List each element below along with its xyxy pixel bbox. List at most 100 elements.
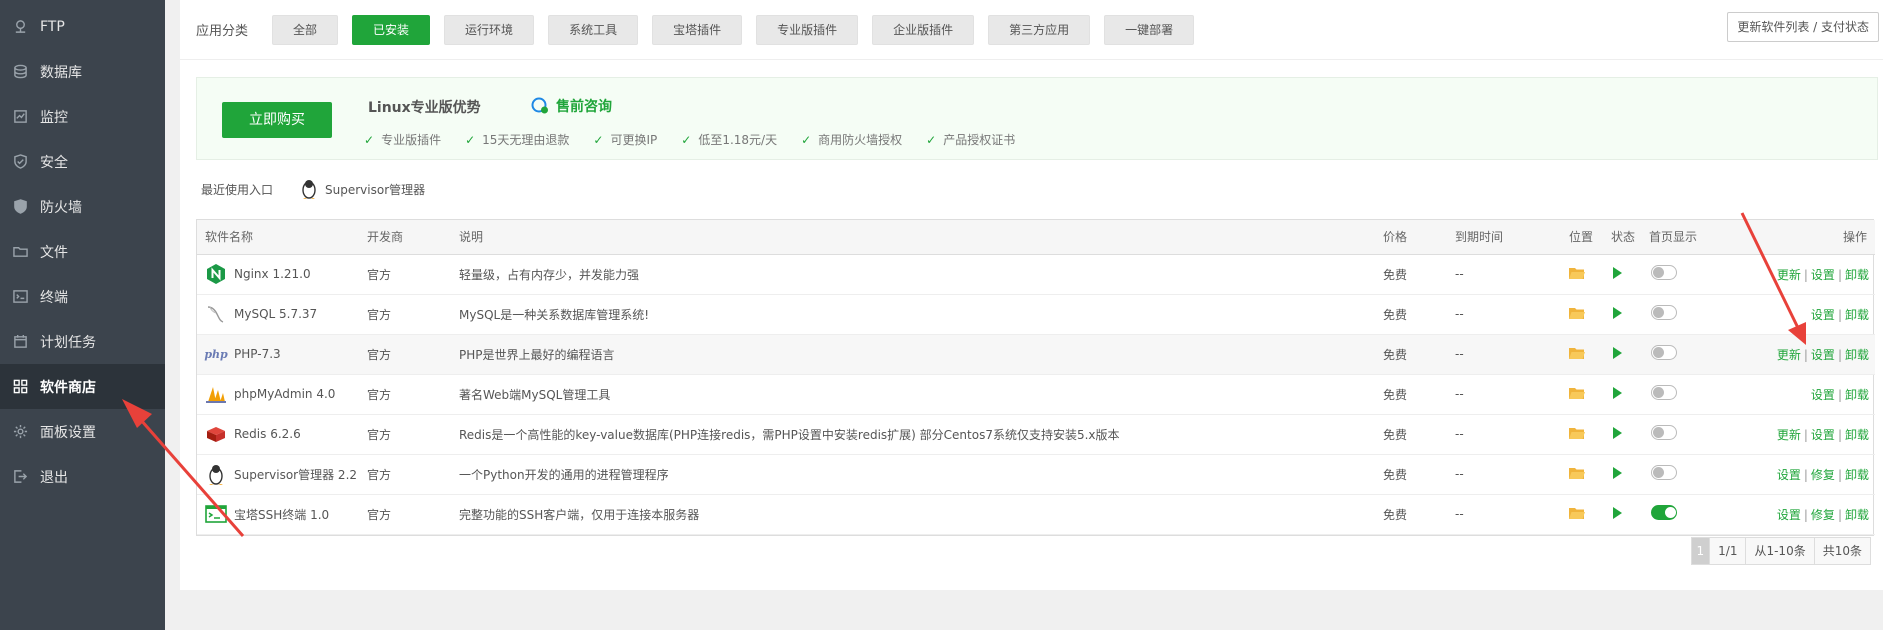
feature-item: ✓ 低至1.18元/天 <box>681 131 777 148</box>
running-status-icon[interactable] <box>1613 266 1622 279</box>
buy-now-button[interactable]: 立即购买 <box>222 102 332 138</box>
sidebar-item-ftp[interactable]: FTP <box>0 4 165 49</box>
feature-list: ✓ 专业版插件 ✓ 15天无理由退款 ✓ 可更换IP ✓ 低至1.18元/天 ✓ 商用防火… <box>364 131 1039 148</box>
sidebar-item-label: 计划任务 <box>40 334 96 351</box>
ssh-terminal-icon <box>205 505 227 523</box>
home-display-toggle[interactable] <box>1651 305 1677 320</box>
uninstall-link[interactable]: 卸载 <box>1845 508 1869 522</box>
settings-link[interactable]: 设置 <box>1777 508 1801 522</box>
col-header-desc: 说明 <box>451 220 1375 255</box>
tab-one-click-deploy[interactable]: 一键部署 <box>1104 14 1195 45</box>
description-cell: Redis是一个高性能的key-value数据库(PHP连接redis，需PHP… <box>451 414 1375 455</box>
sidebar-item-database[interactable]: 数据库 <box>0 49 165 94</box>
home-display-toggle[interactable] <box>1651 265 1677 280</box>
folder-open-icon[interactable] <box>1569 346 1585 360</box>
tab-enterprise-plugins[interactable]: 企业版插件 <box>872 14 975 45</box>
page-current[interactable]: 1 <box>1690 537 1711 565</box>
settings-link[interactable]: 设置 <box>1777 468 1801 482</box>
software-name: phpMyAdmin 4.0 <box>234 387 336 401</box>
feature-label: 专业版插件 <box>381 133 442 147</box>
mysql-icon <box>207 306 224 323</box>
running-status-icon[interactable] <box>1613 506 1622 519</box>
description-cell: 一个Python开发的通用的进程管理程序 <box>451 454 1375 495</box>
uninstall-link[interactable]: 卸载 <box>1845 308 1869 322</box>
home-display-toggle[interactable] <box>1651 465 1677 480</box>
settings-link[interactable]: 设置 <box>1811 428 1835 442</box>
sidebar-item-label: FTP <box>40 18 65 35</box>
promo-title: Linux专业版优势 <box>368 100 481 116</box>
uninstall-link[interactable]: 卸载 <box>1845 388 1869 402</box>
sidebar-item-cron[interactable]: 计划任务 <box>0 319 165 364</box>
uninstall-link[interactable]: 卸载 <box>1845 468 1869 482</box>
col-header-expire[interactable]: 到期时间 <box>1447 220 1567 255</box>
operations-cell: 更新 | 设置 | 卸载 <box>1737 254 1875 295</box>
uninstall-link[interactable]: 卸载 <box>1845 428 1869 442</box>
folder-open-icon[interactable] <box>1569 426 1585 440</box>
running-status-icon[interactable] <box>1613 346 1622 359</box>
sidebar-item-label: 终端 <box>40 289 68 306</box>
folder-open-icon[interactable] <box>1569 266 1585 280</box>
sidebar-item-monitor[interactable]: 监控 <box>0 94 165 139</box>
supervisor-icon <box>209 465 223 485</box>
expire-cell: -- <box>1447 454 1567 495</box>
presales-consult-link[interactable]: 售前咨询 <box>530 96 612 116</box>
home-display-toggle[interactable] <box>1651 505 1677 520</box>
settings-link[interactable]: 设置 <box>1811 268 1835 282</box>
running-status-icon[interactable] <box>1613 426 1622 439</box>
software-name: 宝塔SSH终端 1.0 <box>234 507 330 522</box>
sidebar-item-panel-settings[interactable]: 面板设置 <box>0 409 165 454</box>
tab-runtime[interactable]: 运行环境 <box>444 14 535 45</box>
sidebar-item-firewall[interactable]: 防火墙 <box>0 184 165 229</box>
settings-link[interactable]: 设置 <box>1811 308 1835 322</box>
col-header-name[interactable]: 软件名称 <box>197 220 359 255</box>
sidebar-item-security[interactable]: 安全 <box>0 139 165 184</box>
tab-pro-plugins[interactable]: 专业版插件 <box>756 14 859 45</box>
sidebar-item-label: 文件 <box>40 244 68 261</box>
operations-cell: 设置 | 修复 | 卸载 <box>1737 454 1875 495</box>
update-link[interactable]: 更新 <box>1777 348 1801 362</box>
update-link[interactable]: 更新 <box>1777 268 1801 282</box>
operations-cell: 设置 | 卸载 <box>1737 374 1875 415</box>
tab-system-tools[interactable]: 系统工具 <box>548 14 639 45</box>
sidebar-item-files[interactable]: 文件 <box>0 229 165 274</box>
php-icon: php <box>204 347 228 361</box>
tab-all[interactable]: 全部 <box>272 14 339 45</box>
folder-open-icon[interactable] <box>1569 306 1585 320</box>
col-header-price[interactable]: 价格 <box>1375 220 1447 255</box>
tab-installed[interactable]: 已安装 <box>352 14 431 45</box>
sidebar-item-logout[interactable]: 退出 <box>0 454 165 499</box>
home-display-toggle[interactable] <box>1651 385 1677 400</box>
recent-item-supervisor[interactable]: Supervisor管理器 <box>299 178 425 200</box>
repair-link[interactable]: 修复 <box>1811 508 1835 522</box>
expire-cell: -- <box>1447 254 1567 295</box>
settings-link[interactable]: 设置 <box>1811 388 1835 402</box>
folder-open-icon[interactable] <box>1569 386 1585 400</box>
price-cell: 免费 <box>1375 454 1447 495</box>
software-name: PHP-7.3 <box>234 347 281 361</box>
feature-label: 低至1.18元/天 <box>698 133 778 147</box>
folder-open-icon[interactable] <box>1569 506 1585 520</box>
running-status-icon[interactable] <box>1613 386 1622 399</box>
sidebar-item-label: 监控 <box>40 109 68 126</box>
running-status-icon[interactable] <box>1613 306 1622 319</box>
repair-link[interactable]: 修复 <box>1811 468 1835 482</box>
uninstall-link[interactable]: 卸载 <box>1845 348 1869 362</box>
home-display-toggle[interactable] <box>1651 425 1677 440</box>
folder-open-icon[interactable] <box>1569 466 1585 480</box>
check-icon: ✓ <box>465 132 476 147</box>
update-link[interactable]: 更新 <box>1777 428 1801 442</box>
sidebar-item-label: 安全 <box>40 154 68 171</box>
running-status-icon[interactable] <box>1613 466 1622 479</box>
sidebar-item-label: 防火墙 <box>40 199 82 216</box>
table-row: php PHP-7.3 官方 PHP是世界上最好的编程语言 免费 -- 更新 | 设… <box>197 334 1875 375</box>
check-icon: ✓ <box>593 132 604 147</box>
uninstall-link[interactable]: 卸载 <box>1845 268 1869 282</box>
home-display-toggle[interactable] <box>1651 345 1677 360</box>
tab-bt-plugins[interactable]: 宝塔插件 <box>652 14 743 45</box>
sidebar-item-software-store[interactable]: 软件商店 <box>0 364 165 409</box>
sidebar-item-terminal[interactable]: 终端 <box>0 274 165 319</box>
vendor-cell: 官方 <box>359 254 451 295</box>
tab-third-party[interactable]: 第三方应用 <box>988 14 1091 45</box>
settings-link[interactable]: 设置 <box>1811 348 1835 362</box>
update-software-list-button[interactable]: 更新软件列表 / 支付状态 <box>1727 12 1879 42</box>
